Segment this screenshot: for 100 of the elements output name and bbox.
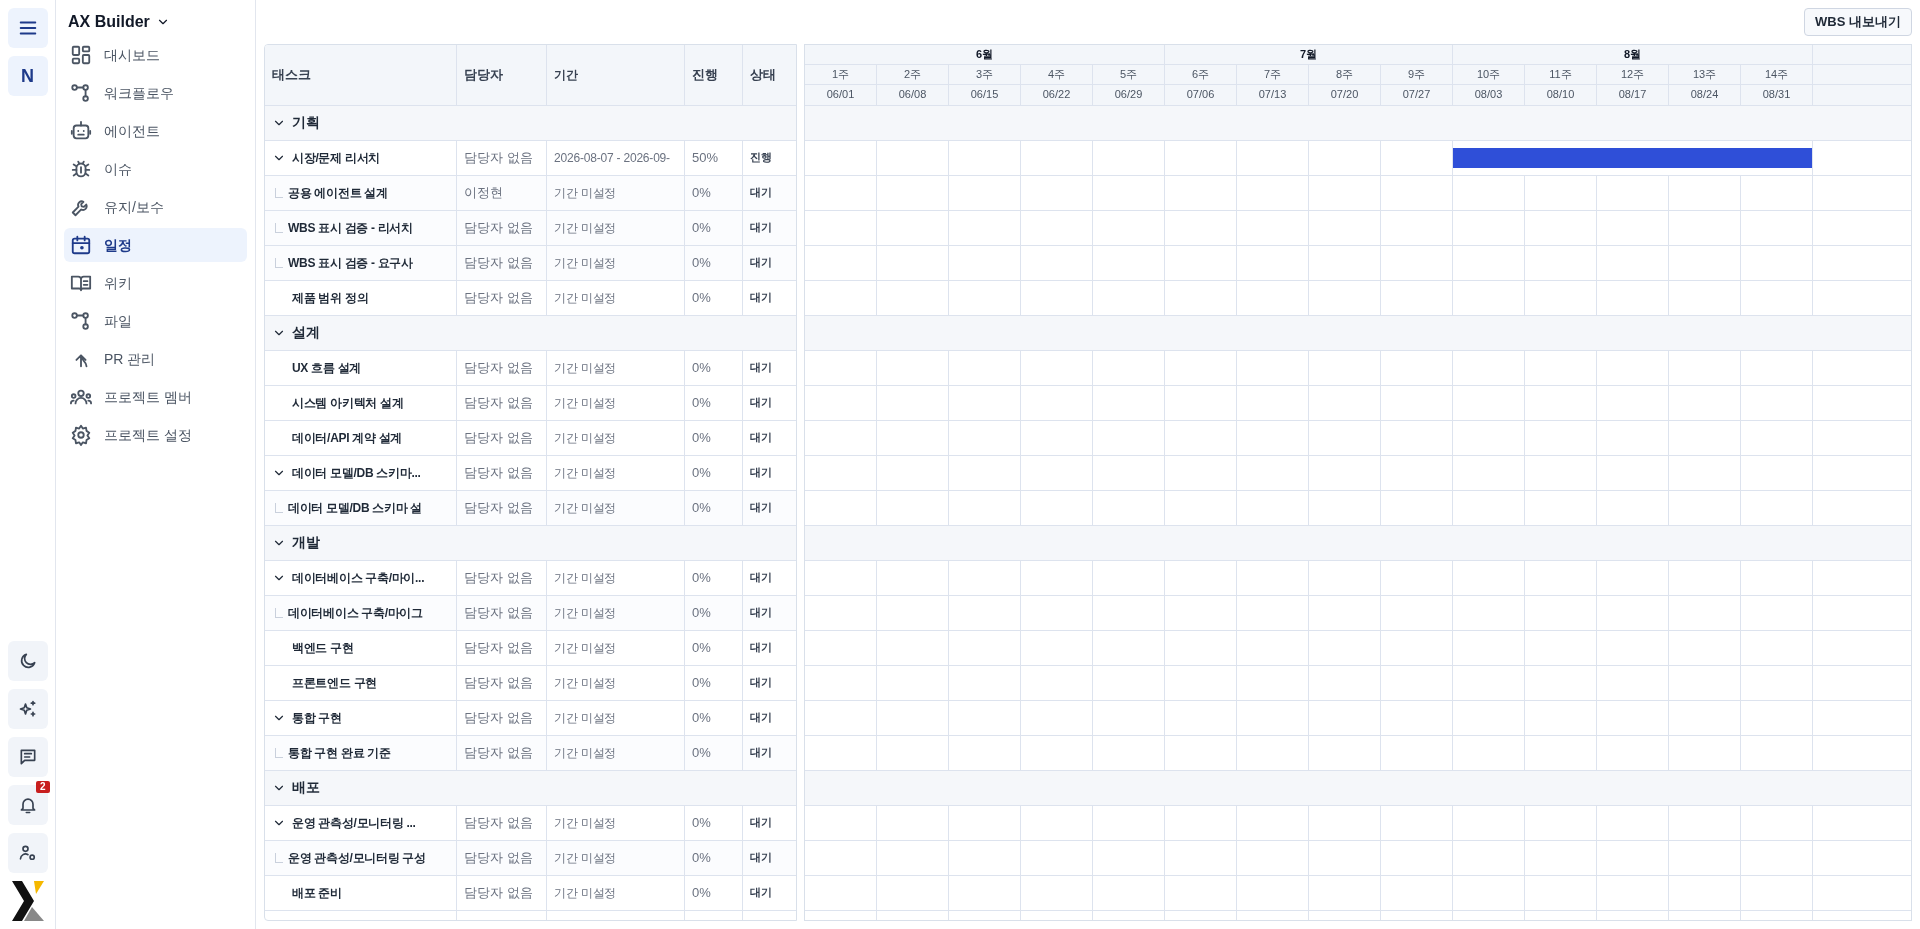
task-name: 시장/문제 리서치 xyxy=(292,149,380,167)
period-cell: 기간 미설정 xyxy=(547,875,685,910)
nav-item[interactable]: 프로젝트 멤버 xyxy=(64,380,247,414)
week-header: 11주 xyxy=(1525,64,1597,84)
task-name: WBS 표시 검증 - 리서치 xyxy=(288,219,413,237)
theme-button[interactable] xyxy=(7,641,48,681)
status-cell-text: 대기 xyxy=(749,675,773,691)
project-title[interactable]: AX Builder xyxy=(68,10,150,34)
dashboard-icon xyxy=(70,44,92,66)
week-date: 06/01 xyxy=(805,84,877,105)
assignee-cell: 담당자 없음 xyxy=(457,595,547,630)
menu-button[interactable] xyxy=(7,8,48,48)
period-cell: 2026-08-07 - 2026-09- xyxy=(547,140,685,175)
chat-button[interactable] xyxy=(7,737,48,777)
nav-item[interactable]: 프로젝트 설정 xyxy=(64,418,247,452)
nav-item[interactable]: 에이전트 xyxy=(64,114,247,148)
period-cell: 기간 미설정 xyxy=(547,700,685,735)
progress-cell: 0% xyxy=(685,175,743,210)
task-name: 제품 범위 정의 xyxy=(292,289,369,307)
assignee-cell: 담당자 없음 xyxy=(457,875,547,910)
week-header: 9주 xyxy=(1381,64,1453,84)
status-cell-text: 대기 xyxy=(749,220,773,236)
account-settings-button[interactable] xyxy=(7,833,48,873)
nodes-icon xyxy=(70,310,92,332)
week-date: 07/06 xyxy=(1165,84,1237,105)
period-cell: 기간 미설정 xyxy=(547,735,685,770)
period-cell: 기간 미설정 xyxy=(547,560,685,595)
month-header: 6월 xyxy=(805,44,1165,64)
bug-icon xyxy=(70,158,92,180)
ai-button[interactable] xyxy=(7,689,48,729)
period-cell: 기간 미설정 xyxy=(547,840,685,875)
assignee-cell: 담당자 없음 xyxy=(457,350,547,385)
period-cell: 기간 미설정 xyxy=(547,210,685,245)
period-cell: 기간 미설정 xyxy=(547,420,685,455)
assignee-cell: 담당자 없음 xyxy=(457,385,547,420)
week-header: 4주 xyxy=(1021,64,1093,84)
nav-item[interactable]: 유지/보수 xyxy=(64,190,247,224)
status-cell-text: 대기 xyxy=(749,465,773,481)
group-name: 설계 xyxy=(292,323,320,342)
task-name: 데이터/API 계약 설계 xyxy=(292,429,403,447)
period-cell: 기간 미설정 xyxy=(547,280,685,315)
task-name: 프론트엔드 구현 xyxy=(292,674,377,692)
assignee-cell: 담당자 없음 xyxy=(457,560,547,595)
status-cell-text: 대기 xyxy=(749,360,773,376)
nav-item[interactable]: 파일 xyxy=(64,304,247,338)
status-cell-text: 대기 xyxy=(749,430,773,446)
progress-cell: 0% xyxy=(685,280,743,315)
nav-item[interactable]: 대시보드 xyxy=(64,38,247,72)
status-cell-text: 대기 xyxy=(749,710,773,726)
export-button[interactable]: WBS 내보내기 xyxy=(1804,8,1912,36)
week-date: 06/29 xyxy=(1093,84,1165,105)
status-cell-text: 대기 xyxy=(749,885,773,901)
tree-line-icon xyxy=(275,257,283,268)
week-date: 08/24 xyxy=(1669,84,1741,105)
nav-item[interactable]: 이슈 xyxy=(64,152,247,186)
task-name: 시스템 아키텍처 설계 xyxy=(292,394,404,412)
status-cell-text: 대기 xyxy=(749,255,773,271)
progress-cell: 0% xyxy=(685,420,743,455)
task-bar-segment[interactable] xyxy=(1741,140,1813,175)
status-cell-text: 대기 xyxy=(749,500,773,516)
tree-line-icon xyxy=(275,222,283,233)
progress-cell: 50% xyxy=(685,140,743,175)
week-header: 14주 xyxy=(1741,64,1813,84)
assignee-cell: 담당자 없음 xyxy=(457,140,547,175)
period-cell: 기간 미설정 xyxy=(547,630,685,665)
task-name: 통합 구현 xyxy=(292,709,342,727)
assignee-cell: 담당자 없음 xyxy=(457,805,547,840)
task-name: 데이터 모델/DB 스키마... xyxy=(292,464,421,482)
group-name: 기획 xyxy=(292,113,320,132)
nav-item[interactable]: 워크플로우 xyxy=(64,76,247,110)
nav-item[interactable]: 위키 xyxy=(64,266,247,300)
status-cell-text: 대기 xyxy=(749,605,773,621)
task-name: 데이터 모델/DB 스키마 설 xyxy=(288,499,423,517)
status-cell-text: 대기 xyxy=(749,185,773,201)
user-gear-icon xyxy=(17,843,38,863)
nav-item[interactable]: PR 관리 xyxy=(64,342,247,376)
week-header: 2주 xyxy=(877,64,949,84)
robot-icon xyxy=(70,120,92,142)
week-header: 6주 xyxy=(1165,64,1237,84)
calendar-icon xyxy=(70,234,92,256)
column-header: 상태 xyxy=(749,65,777,84)
progress-cell: 0% xyxy=(685,490,743,525)
progress-cell: 0% xyxy=(685,245,743,280)
assignee-cell: 담당자 없음 xyxy=(457,455,547,490)
assignee-cell: 담당자 없음 xyxy=(457,280,547,315)
task-name: 운영 관측성/모니터링 ... xyxy=(292,814,416,832)
column-header: 태스크 xyxy=(265,44,457,105)
status-cell-text: 대기 xyxy=(749,850,773,866)
task-name: 데이터베이스 구축/마이... xyxy=(292,569,425,587)
week-header: 12주 xyxy=(1597,64,1669,84)
assignee-cell: 담당자 없음 xyxy=(457,630,547,665)
tree-line-icon xyxy=(275,852,283,863)
progress-cell: 0% xyxy=(685,665,743,700)
nav-item[interactable]: 일정 xyxy=(64,228,247,262)
task-name: 운영 관측성/모니터링 구성 xyxy=(288,849,426,867)
status-cell-text: 대기 xyxy=(749,570,773,586)
period-cell: 기간 미설정 xyxy=(547,175,685,210)
avatar-button[interactable]: N xyxy=(7,56,48,96)
progress-cell: 0% xyxy=(685,350,743,385)
week-header: 7주 xyxy=(1237,64,1309,84)
